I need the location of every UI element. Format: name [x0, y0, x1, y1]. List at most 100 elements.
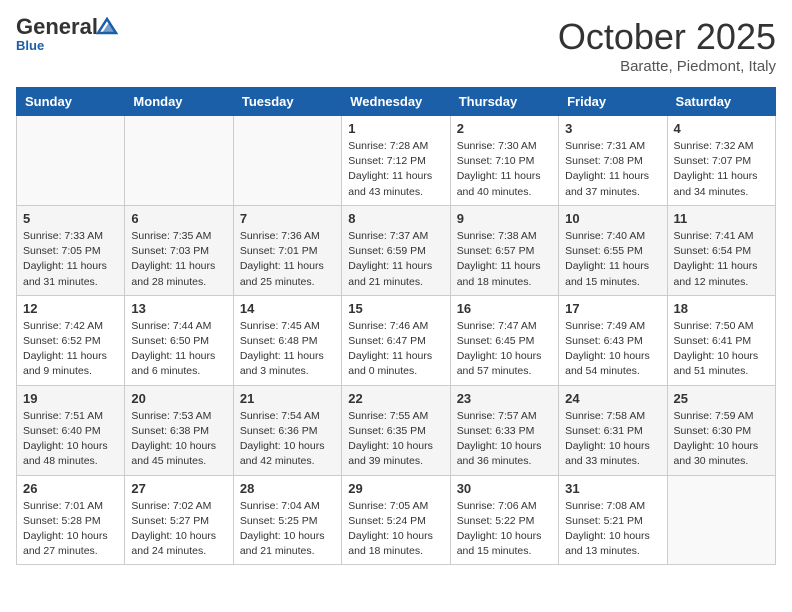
calendar-cell: 11Sunrise: 7:41 AMSunset: 6:54 PMDayligh… [667, 205, 775, 295]
calendar-cell: 18 Sunrise: 7:50 AMSunset: 6:41 PMDayligh… [667, 295, 775, 385]
calendar-cell: 30 Sunrise: 7:06 AMSunset: 5:22 PMDayligh… [450, 475, 558, 565]
day-number: 18 [674, 301, 769, 316]
day-info: Sunrise: 7:49 AMSunset: 6:43 PMDaylight:… [565, 319, 660, 380]
calendar-cell: 26Sunrise: 7:01 AMSunset: 5:28 PMDayligh… [17, 475, 125, 565]
day-number: 2 [457, 121, 552, 136]
calendar-cell: 29Sunrise: 7:05 AMSunset: 5:24 PMDayligh… [342, 475, 450, 565]
calendar-cell: 2 Sunrise: 7:30 AMSunset: 7:10 PMDaylight… [450, 116, 558, 206]
day-number: 15 [348, 301, 443, 316]
page-header: General Blue October 2025 Baratte, Piedm… [16, 16, 776, 75]
day-info: Sunrise: 7:41 AMSunset: 6:54 PMDaylight:… [674, 229, 769, 290]
day-info: Sunrise: 7:33 AMSunset: 7:05 PMDaylight:… [23, 229, 118, 290]
calendar-cell: 19Sunrise: 7:51 AMSunset: 6:40 PMDayligh… [17, 385, 125, 475]
day-number: 3 [565, 121, 660, 136]
calendar-cell: 3 Sunrise: 7:31 AMSunset: 7:08 PMDaylight… [559, 116, 667, 206]
day-info: Sunrise: 7:45 AMSunset: 6:48 PMDaylight:… [240, 319, 335, 380]
day-number: 16 [457, 301, 552, 316]
location: Baratte, Piedmont, Italy [558, 58, 776, 75]
calendar-cell: 4Sunrise: 7:32 AMSunset: 7:07 PMDaylight… [667, 116, 775, 206]
weekday-header-friday: Friday [559, 88, 667, 116]
calendar-cell: 10Sunrise: 7:40 AMSunset: 6:55 PMDayligh… [559, 205, 667, 295]
day-number: 21 [240, 391, 335, 406]
day-info: Sunrise: 7:53 AMSunset: 6:38 PMDaylight:… [131, 409, 226, 470]
weekday-header-monday: Monday [125, 88, 233, 116]
calendar-cell: 25Sunrise: 7:59 AMSunset: 6:30 PMDayligh… [667, 385, 775, 475]
logo-icon [96, 17, 118, 35]
day-info: Sunrise: 7:42 AMSunset: 6:52 PMDaylight:… [23, 319, 118, 380]
day-number: 9 [457, 211, 552, 226]
calendar-cell: 20 Sunrise: 7:53 AMSunset: 6:38 PMDayligh… [125, 385, 233, 475]
weekday-header-sunday: Sunday [17, 88, 125, 116]
day-number: 20 [131, 391, 226, 406]
day-info: Sunrise: 7:06 AMSunset: 5:22 PMDaylight:… [457, 499, 552, 560]
day-number: 5 [23, 211, 118, 226]
calendar-week-2: 5 Sunrise: 7:33 AMSunset: 7:05 PMDaylight… [17, 205, 776, 295]
title-block: October 2025 Baratte, Piedmont, Italy [558, 16, 776, 75]
day-number: 13 [131, 301, 226, 316]
calendar-cell: 6 Sunrise: 7:35 AMSunset: 7:03 PMDaylight… [125, 205, 233, 295]
weekday-header-saturday: Saturday [667, 88, 775, 116]
day-info: Sunrise: 7:46 AMSunset: 6:47 PMDaylight:… [348, 319, 443, 380]
logo-text: General [16, 16, 98, 38]
day-info: Sunrise: 7:40 AMSunset: 6:55 PMDaylight:… [565, 229, 660, 290]
day-info: Sunrise: 7:44 AMSunset: 6:50 PMDaylight:… [131, 319, 226, 380]
day-info: Sunrise: 7:55 AMSunset: 6:35 PMDaylight:… [348, 409, 443, 470]
day-info: Sunrise: 7:35 AMSunset: 7:03 PMDaylight:… [131, 229, 226, 290]
day-number: 27 [131, 481, 226, 496]
day-number: 7 [240, 211, 335, 226]
calendar-cell: 8 Sunrise: 7:37 AMSunset: 6:59 PMDaylight… [342, 205, 450, 295]
month-title: October 2025 [558, 16, 776, 58]
day-number: 23 [457, 391, 552, 406]
calendar-cell [233, 116, 341, 206]
day-info: Sunrise: 7:02 AMSunset: 5:27 PMDaylight:… [131, 499, 226, 560]
calendar-cell [667, 475, 775, 565]
calendar-cell: 17 Sunrise: 7:49 AMSunset: 6:43 PMDayligh… [559, 295, 667, 385]
calendar-cell: 24 Sunrise: 7:58 AMSunset: 6:31 PMDayligh… [559, 385, 667, 475]
calendar-cell: 28 Sunrise: 7:04 AMSunset: 5:25 PMDayligh… [233, 475, 341, 565]
weekday-header-tuesday: Tuesday [233, 88, 341, 116]
logo-blue-text: Blue [16, 38, 44, 53]
day-number: 1 [348, 121, 443, 136]
day-number: 31 [565, 481, 660, 496]
day-info: Sunrise: 7:36 AMSunset: 7:01 PMDaylight:… [240, 229, 335, 290]
day-number: 17 [565, 301, 660, 316]
day-info: Sunrise: 7:54 AMSunset: 6:36 PMDaylight:… [240, 409, 335, 470]
day-number: 4 [674, 121, 769, 136]
calendar-cell [125, 116, 233, 206]
calendar-week-4: 19Sunrise: 7:51 AMSunset: 6:40 PMDayligh… [17, 385, 776, 475]
calendar-cell: 13 Sunrise: 7:44 AMSunset: 6:50 PMDayligh… [125, 295, 233, 385]
day-number: 24 [565, 391, 660, 406]
day-info: Sunrise: 7:51 AMSunset: 6:40 PMDaylight:… [23, 409, 118, 470]
weekday-header-wednesday: Wednesday [342, 88, 450, 116]
day-info: Sunrise: 7:47 AMSunset: 6:45 PMDaylight:… [457, 319, 552, 380]
calendar-cell [17, 116, 125, 206]
day-info: Sunrise: 7:37 AMSunset: 6:59 PMDaylight:… [348, 229, 443, 290]
calendar-cell: 22 Sunrise: 7:55 AMSunset: 6:35 PMDayligh… [342, 385, 450, 475]
calendar-cell: 16 Sunrise: 7:47 AMSunset: 6:45 PMDayligh… [450, 295, 558, 385]
weekday-header-thursday: Thursday [450, 88, 558, 116]
day-info: Sunrise: 7:04 AMSunset: 5:25 PMDaylight:… [240, 499, 335, 560]
calendar-cell: 21 Sunrise: 7:54 AMSunset: 6:36 PMDayligh… [233, 385, 341, 475]
day-number: 8 [348, 211, 443, 226]
day-number: 14 [240, 301, 335, 316]
calendar-week-1: 1Sunrise: 7:28 AMSunset: 7:12 PMDaylight… [17, 116, 776, 206]
day-info: Sunrise: 7:01 AMSunset: 5:28 PMDaylight:… [23, 499, 118, 560]
day-number: 6 [131, 211, 226, 226]
logo: General Blue [16, 16, 118, 53]
day-info: Sunrise: 7:57 AMSunset: 6:33 PMDaylight:… [457, 409, 552, 470]
day-number: 30 [457, 481, 552, 496]
day-number: 28 [240, 481, 335, 496]
day-info: Sunrise: 7:30 AMSunset: 7:10 PMDaylight:… [457, 139, 552, 200]
day-number: 22 [348, 391, 443, 406]
day-number: 25 [674, 391, 769, 406]
day-number: 12 [23, 301, 118, 316]
calendar-header-row: SundayMondayTuesdayWednesdayThursdayFrid… [17, 88, 776, 116]
day-info: Sunrise: 7:50 AMSunset: 6:41 PMDaylight:… [674, 319, 769, 380]
calendar-week-5: 26Sunrise: 7:01 AMSunset: 5:28 PMDayligh… [17, 475, 776, 565]
calendar-table: SundayMondayTuesdayWednesdayThursdayFrid… [16, 87, 776, 565]
day-info: Sunrise: 7:58 AMSunset: 6:31 PMDaylight:… [565, 409, 660, 470]
calendar-cell: 1Sunrise: 7:28 AMSunset: 7:12 PMDaylight… [342, 116, 450, 206]
calendar-cell: 23 Sunrise: 7:57 AMSunset: 6:33 PMDayligh… [450, 385, 558, 475]
calendar-cell: 12 Sunrise: 7:42 AMSunset: 6:52 PMDayligh… [17, 295, 125, 385]
day-info: Sunrise: 7:31 AMSunset: 7:08 PMDaylight:… [565, 139, 660, 200]
